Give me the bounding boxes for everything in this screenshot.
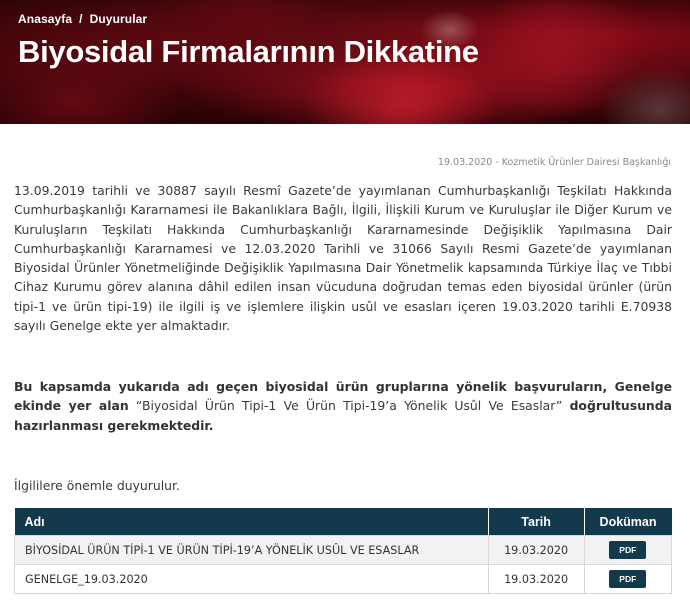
column-header-name: Adı [14,508,489,536]
pdf-download-button[interactable]: PDF [609,541,647,559]
announcement-meta: 19.03.2020 - Kozmetik Ürünler Dairesi Ba… [438,157,671,168]
table-row: GENELGE_19.03.2020 19.03.2020 PDF [14,564,673,594]
document-cell: PDF [583,564,673,594]
breadcrumb-current-link[interactable]: Duyurular [90,12,148,26]
breadcrumb-home-link[interactable]: Anasayfa [18,12,72,26]
breadcrumb: Anasayfa / Duyurular [18,12,147,26]
document-date: 19.03.2020 [487,535,585,565]
announcement-paragraph-1: 13.09.2019 tarihli ve 30887 sayılı Resmî… [14,183,672,334]
column-header-document: Doküman [584,508,672,536]
announcement-paragraph-2: Bu kapsamda yukarıda adı geçen biyosidal… [14,377,672,435]
announcement-closing: İlgililere önemle duyurulur. [14,478,180,493]
document-cell: PDF [583,535,673,565]
documents-table: Adı Tarih Doküman BİYOSİDAL ÜRÜN TİPİ-1 … [14,508,673,594]
column-header-date: Tarih [488,508,585,536]
document-name: BİYOSİDAL ÜRÜN TİPİ-1 VE ÜRÜN TİPİ-19’A … [14,535,489,565]
table-header-row: Adı Tarih Doküman [14,508,672,536]
announcement-department: Kozmetik Ürünler Dairesi Başkanlığı [501,157,671,168]
meta-separator: - [492,157,502,168]
table-row: BİYOSİDAL ÜRÜN TİPİ-1 VE ÜRÜN TİPİ-19’A … [14,535,673,565]
pdf-download-button[interactable]: PDF [609,570,647,588]
page-title: Biyosidal Firmalarının Dikkatine [18,34,479,69]
hero-banner: Anasayfa / Duyurular Biyosidal Firmalarını… [0,0,690,124]
breadcrumb-separator: / [79,12,83,26]
paragraph-2-normal: “Biyosidal Ürün Tipi-1 Ve Ürün Tipi-19’a… [128,398,570,414]
document-name: GENELGE_19.03.2020 [14,564,489,594]
document-date: 19.03.2020 [487,564,585,594]
announcement-date: 19.03.2020 [437,157,493,168]
